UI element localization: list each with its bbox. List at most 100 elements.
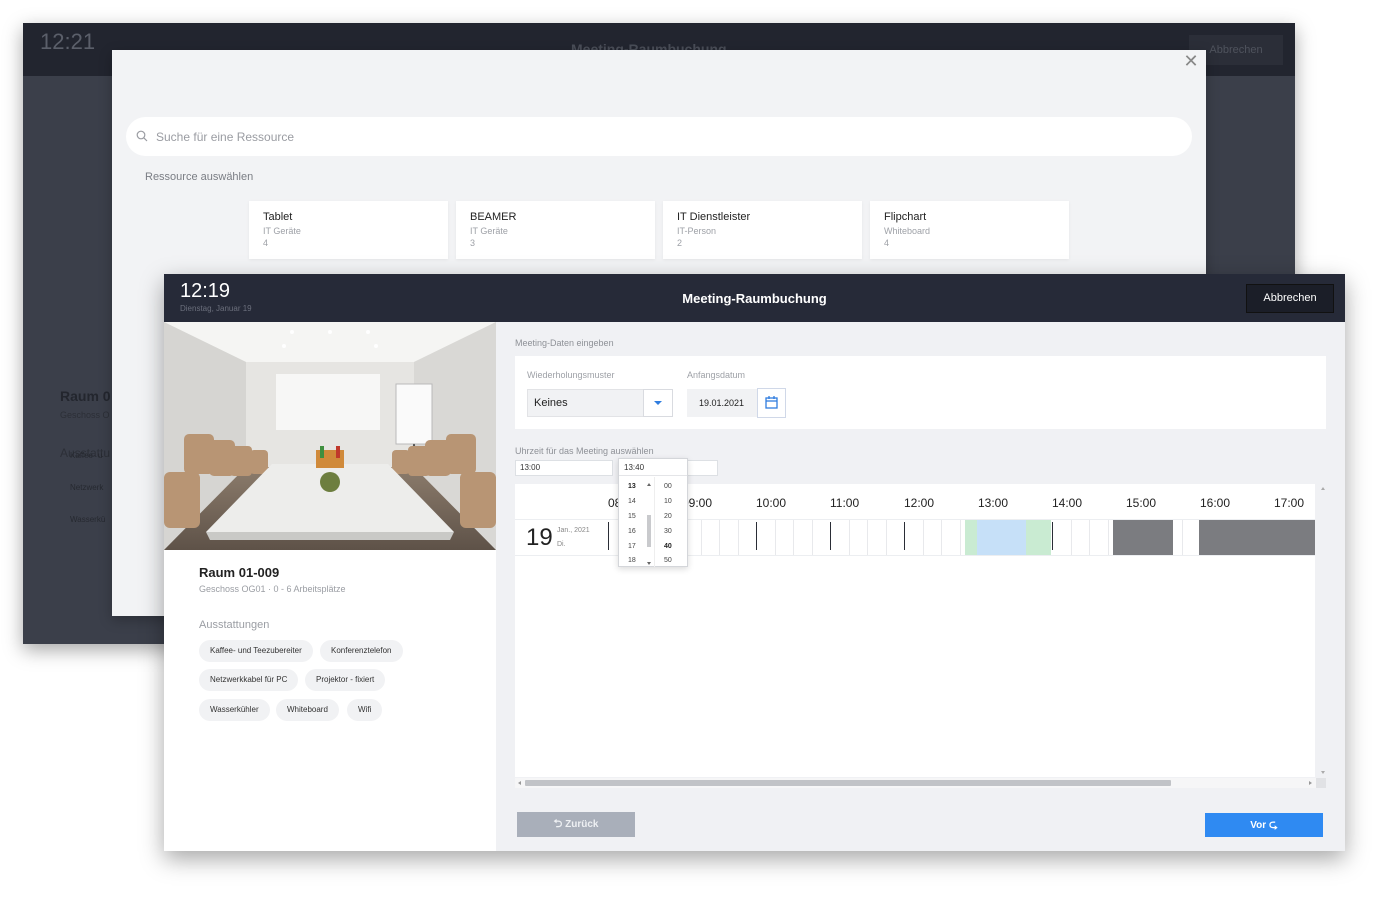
timeline-slot-line <box>775 520 776 556</box>
day-number: 19 <box>526 524 553 551</box>
resource-name: Tablet <box>263 211 293 223</box>
timeline-slot-line <box>960 520 961 556</box>
resource-category: IT Geräte <box>470 226 508 236</box>
hour-label-14: 14:00 <box>1052 496 1083 510</box>
timeline-slot-line <box>904 522 905 550</box>
timeline-slot-line <box>867 520 868 556</box>
picker-hour[interactable]: 17 <box>628 543 636 550</box>
timeline-slot-line <box>1182 520 1183 556</box>
time-from-input[interactable]: 13:00 <box>515 460 613 476</box>
amenity-chip: Projektor - fixiert <box>305 669 386 691</box>
booking-window: 12:19 Dienstag, Januar 19 Meeting-Raumbu… <box>164 274 1345 851</box>
recurrence-dropdown-button[interactable] <box>643 389 673 417</box>
picker-hour[interactable]: 16 <box>628 528 636 535</box>
picker-minute[interactable]: 10 <box>664 498 672 505</box>
timeline-slot-line <box>923 520 924 556</box>
picker-minute[interactable]: 20 <box>664 513 672 520</box>
recurrence-select[interactable]: Keines <box>527 389 673 417</box>
timeline-slot-line <box>1052 522 1053 550</box>
cancel-button[interactable]: Abbrechen <box>1246 284 1334 313</box>
resource-card-beamer[interactable]: BEAMER IT Geräte 3 <box>456 201 655 259</box>
undo-arrow-icon: ⮌ <box>553 818 563 830</box>
hour-label-17: 17:00 <box>1274 496 1305 510</box>
amenity-chip: Wasserkühler <box>199 699 270 721</box>
timeline-slot-line <box>701 520 702 556</box>
amenity-chip: Wifi <box>347 699 383 721</box>
timeline-slot-line <box>608 522 609 550</box>
amenity-chip: Kaffee- und Teezubereiter <box>199 640 313 662</box>
picker-minute[interactable]: 30 <box>664 528 672 535</box>
resource-name: Flipchart <box>884 211 927 223</box>
hour-label-12: 12:00 <box>904 496 935 510</box>
resource-category: IT Geräte <box>263 226 301 236</box>
room-photo <box>164 322 496 550</box>
resource-category: IT-Person <box>677 226 717 236</box>
buffer-block <box>965 520 977 556</box>
timeline-slot-line <box>719 520 720 556</box>
timeline-slot-line <box>1089 520 1090 556</box>
close-icon[interactable]: ✕ <box>1182 52 1200 70</box>
selected-meeting-block[interactable] <box>977 520 1026 556</box>
timeline-slot-line <box>793 520 794 556</box>
background-chip: Wasserkü <box>70 515 106 524</box>
vertical-scrollbar[interactable] <box>1318 484 1328 777</box>
background-clock: 12:21 <box>40 29 96 54</box>
resource-count: 3 <box>470 238 476 248</box>
background-chip: Kaffee- u <box>70 451 103 460</box>
resource-count: 4 <box>263 238 269 248</box>
meeting-data-card: Wiederholungsmuster Keines Anfangsdatum … <box>515 356 1326 429</box>
buffer-block <box>1026 520 1051 556</box>
horizontal-scrollbar[interactable] <box>515 778 1326 788</box>
day-month: Jan., 2021 <box>557 527 590 534</box>
chevron-down-icon <box>654 401 662 405</box>
picker-hour[interactable]: 15 <box>628 513 636 520</box>
time-section-label: Uhrzeit für das Meeting auswählen <box>515 446 654 456</box>
hour-label-11: 11:00 <box>830 496 860 510</box>
next-button-label: Vor <box>1250 820 1267 831</box>
search-icon <box>136 130 148 142</box>
timeline-slot-line <box>756 522 757 550</box>
picker-minute[interactable]: 40 <box>664 543 672 550</box>
amenities-label: Ausstattungen <box>199 619 270 631</box>
start-date-input[interactable]: 19.01.2021 <box>687 389 757 417</box>
hour-label-15: 15:00 <box>1126 496 1157 510</box>
resource-search-input[interactable] <box>156 117 1056 156</box>
redo-arrow-icon: ⮎ <box>1268 819 1278 831</box>
room-name: Raum 01-009 <box>199 565 280 580</box>
resource-category: Whiteboard <box>884 226 931 236</box>
amenity-chip: Netzwerkkabel für PC <box>199 669 299 691</box>
picker-minute[interactable]: 50 <box>664 557 672 564</box>
back-button-label: Zurück <box>565 819 599 830</box>
picker-hour[interactable]: 14 <box>628 498 636 505</box>
hour-label-16: 16:00 <box>1200 496 1231 510</box>
picker-minute[interactable]: 00 <box>664 483 672 490</box>
picker-hour[interactable]: 13 <box>628 483 636 490</box>
resource-section-label: Ressource auswählen <box>145 171 254 183</box>
resource-card-it-dienstleister[interactable]: IT Dienstleister IT-Person 2 <box>663 201 862 259</box>
picker-hour[interactable]: 18 <box>628 557 636 564</box>
hour-label-13: 13:00 <box>978 496 1009 510</box>
calendar-button[interactable] <box>757 388 786 418</box>
resource-count: 2 <box>677 238 683 248</box>
amenity-chip: Whiteboard <box>276 699 339 721</box>
day-weekday: Di. <box>557 541 566 548</box>
recurrence-value: Keines <box>534 397 568 409</box>
room-info-panel: Raum 01-009 Geschoss OG01 · 0 - 6 Arbeit… <box>164 322 496 851</box>
resource-card-tablet[interactable]: Tablet IT Geräte 4 <box>249 201 448 259</box>
app-header: 12:19 Dienstag, Januar 19 Meeting-Raumbu… <box>164 274 1345 322</box>
resource-card-flipchart[interactable]: Flipchart Whiteboard 4 <box>870 201 1069 259</box>
resource-search <box>126 117 1192 156</box>
background-chip: Netzwerk <box>70 483 104 492</box>
hour-label-10: 10:00 <box>756 496 787 510</box>
time-to-input-extension[interactable] <box>686 460 718 476</box>
booking-form-panel: Meeting-Daten eingeben Wiederholungsmust… <box>496 322 1345 851</box>
back-button[interactable]: ⮌ Zurück <box>517 812 635 837</box>
timeline-slot-line <box>849 520 850 556</box>
time-picker-popup[interactable]: 13:40 13 14 15 16 17 18 00 10 20 30 40 5… <box>618 458 688 567</box>
page-title: Meeting-Raumbuchung <box>682 291 827 306</box>
room-subtitle: Geschoss OG01 · 0 - 6 Arbeitsplätze <box>199 584 346 594</box>
background-room-floor: Geschoss O <box>60 410 110 420</box>
next-button[interactable]: Vor ⮎ <box>1205 813 1323 837</box>
resource-name: BEAMER <box>470 211 517 223</box>
booked-block <box>1113 520 1173 556</box>
